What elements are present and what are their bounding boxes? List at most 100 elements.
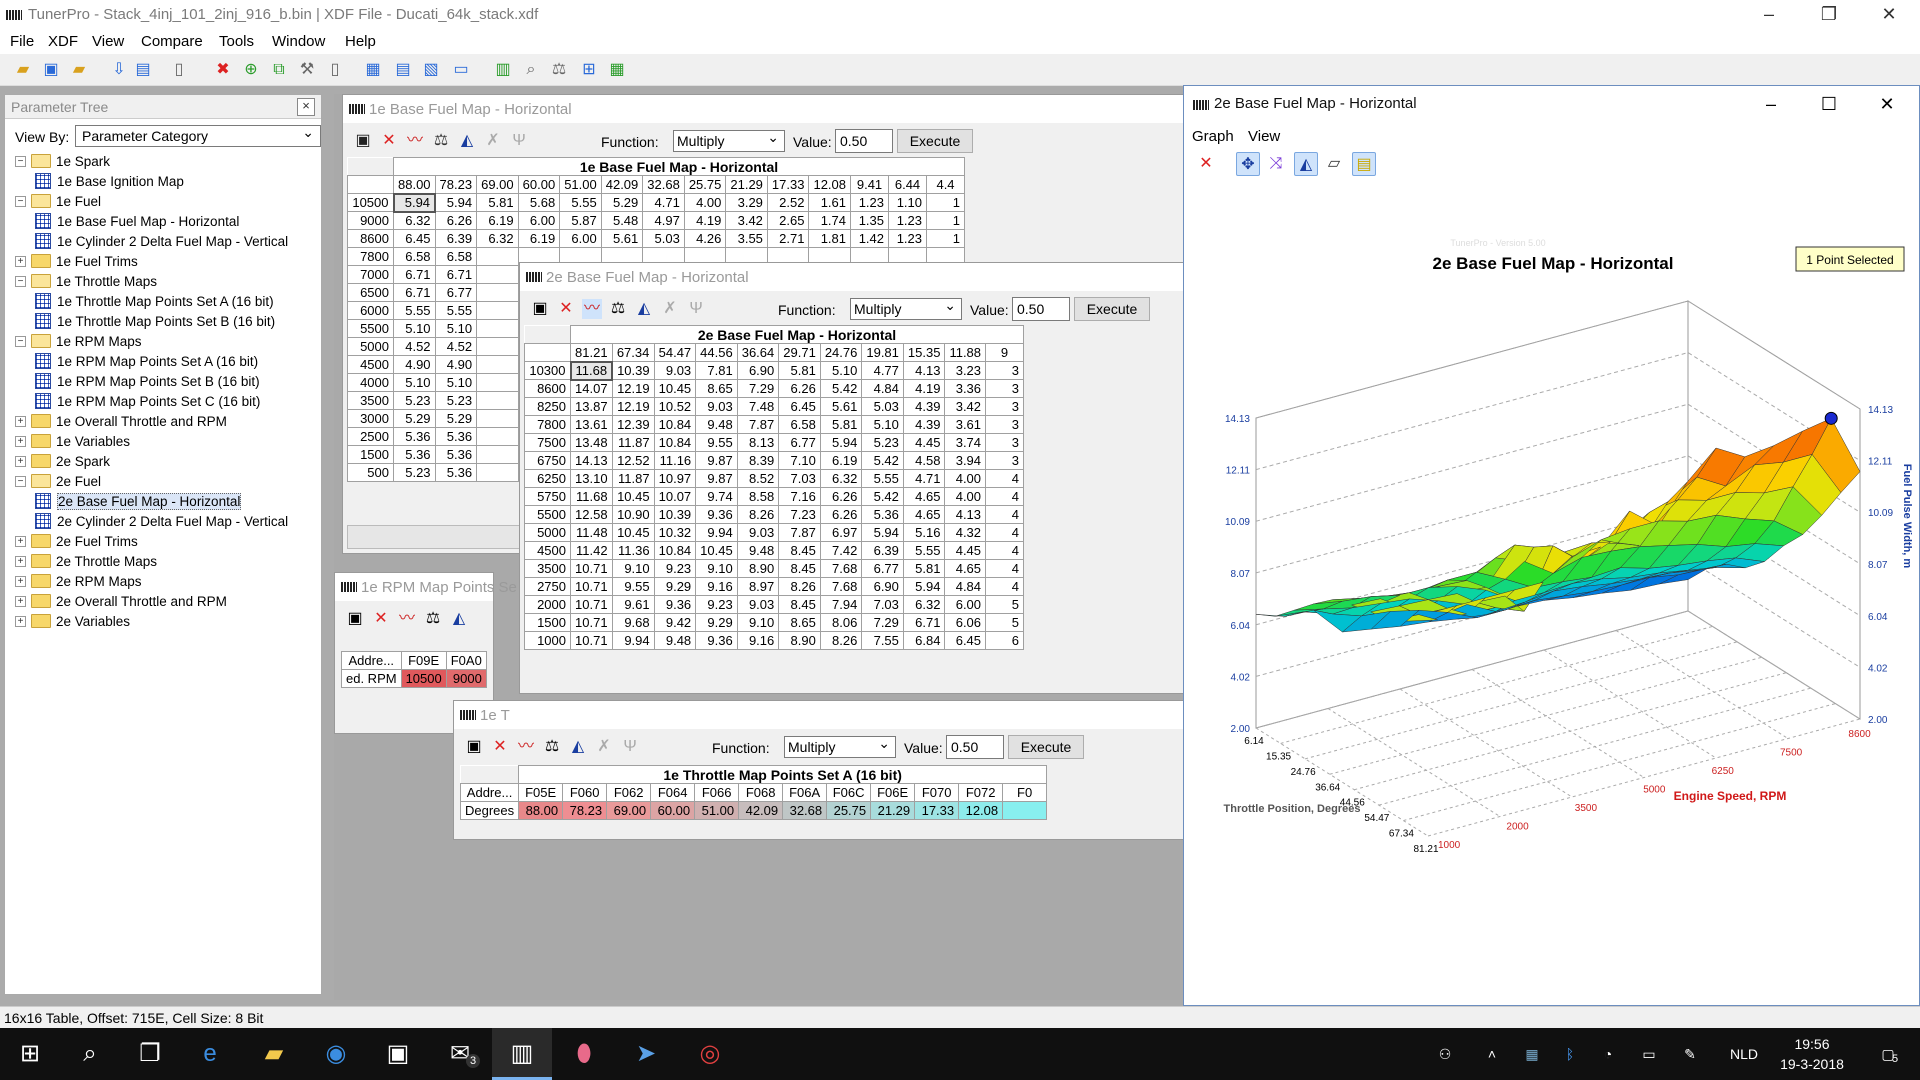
table-cell[interactable]: 8.13 (736, 433, 780, 452)
table-cell[interactable]: 6.77 (778, 433, 821, 452)
row-header[interactable]: 8600 (524, 379, 571, 398)
clock[interactable]: 19:56 19-3-2018 (1772, 1034, 1852, 1074)
table-cell[interactable]: 6.45 (778, 397, 821, 416)
tree-item[interactable]: 1e RPM Map Points Set B (16 bit) (15, 371, 315, 391)
table-cell[interactable]: 9.48 (653, 631, 697, 650)
tree-folder[interactable]: − 2e Fuel (15, 471, 315, 491)
table-cell[interactable]: 10.32 (653, 523, 697, 542)
table-cell[interactable]: 10.39 (653, 505, 697, 524)
table-cell[interactable]: 1 (926, 211, 966, 230)
tree-folder[interactable]: +2e Spark (15, 451, 315, 471)
row-header[interactable]: 6500 (347, 283, 394, 302)
edit-icon[interactable]: ◭ (449, 609, 469, 629)
table-cell[interactable]: 9.29 (653, 577, 697, 596)
cancel-icon[interactable]: ✕ (379, 131, 399, 151)
table-view-icon[interactable]: ▦ (362, 59, 384, 81)
table-cell[interactable]: 42.09 (738, 801, 784, 820)
import-icon[interactable]: ⇩ (108, 59, 130, 81)
wireframe-icon[interactable]: ▱ (1322, 152, 1346, 176)
table-cell[interactable]: 4 (985, 523, 1025, 542)
table-cell[interactable]: 2.65 (766, 211, 810, 230)
table-cell[interactable]: 3 (985, 361, 1025, 380)
tree-folder[interactable]: +2e Overall Throttle and RPM (15, 591, 315, 611)
expand-icon[interactable]: + (15, 435, 26, 447)
table-cell[interactable]: 6.97 (819, 523, 863, 542)
column-header[interactable]: 81.21 (570, 343, 613, 362)
table-cell[interactable]: 5.42 (819, 379, 863, 398)
table-cell[interactable]: 9.42 (653, 613, 697, 632)
table-cell[interactable]: 6.00 (559, 229, 602, 248)
column-header[interactable]: F068 (738, 783, 784, 802)
table-cell[interactable]: 7.10 (778, 451, 821, 470)
table-cell[interactable]: 11.36 (611, 541, 655, 560)
column-header[interactable]: 29.71 (778, 343, 821, 362)
row-header[interactable]: 7500 (524, 433, 571, 452)
row-header[interactable]: 6750 (524, 451, 571, 470)
table-cell[interactable]: 3.36 (944, 379, 987, 398)
row-header[interactable]: 10300 (524, 361, 571, 380)
window-titlebar[interactable]: 1e Base Fuel Map - Horizontal (343, 95, 1201, 123)
search-icon[interactable]: ⌕ (60, 1028, 120, 1080)
table-cell[interactable]: 8.45 (778, 541, 821, 560)
table-cell[interactable]: 1 (926, 193, 966, 212)
table-cell[interactable]: 7.29 (861, 613, 904, 632)
row-header[interactable]: 4500 (524, 541, 571, 560)
row-header[interactable]: 8250 (524, 397, 571, 416)
row-header[interactable]: 3000 (347, 409, 394, 428)
table-cell[interactable]: 3.55 (725, 229, 768, 248)
surface-plot[interactable]: TunerPro - Version 5.00 2e Base Fuel Map … (1188, 186, 1913, 996)
compare-icon[interactable]: ⚖ (542, 737, 562, 757)
table-cell[interactable] (476, 391, 519, 410)
table-cell[interactable]: 6.19 (819, 451, 863, 470)
task-view-icon[interactable]: ❐ (120, 1028, 180, 1080)
rotate-icon[interactable]: ⤨ (1264, 152, 1288, 176)
table-cell[interactable]: 4.52 (434, 337, 478, 356)
expand-icon[interactable]: + (15, 535, 26, 547)
window-titlebar[interactable]: 1e RPM Map Points Se (335, 573, 517, 601)
menu-window[interactable]: Window (272, 33, 325, 50)
column-header[interactable]: F062 (606, 783, 652, 802)
save-icon[interactable]: ▣ (345, 609, 365, 629)
table-cell[interactable]: 4.39 (902, 397, 946, 416)
menu-file[interactable]: File (10, 33, 34, 50)
cancel-icon[interactable]: ✕ (556, 299, 576, 319)
table-cell[interactable]: 6.00 (517, 211, 561, 230)
table-cell[interactable]: 6.71 (393, 283, 436, 302)
table-cell[interactable]: 6.90 (736, 361, 780, 380)
row-header[interactable]: 4000 (347, 373, 394, 392)
table-cell[interactable]: 4 (985, 469, 1025, 488)
column-header[interactable]: 12.08 (808, 175, 852, 194)
table-cell[interactable]: 69.00 (606, 801, 652, 820)
table-cell[interactable]: 12.52 (611, 451, 655, 470)
table-cell[interactable]: 60.00 (650, 801, 696, 820)
column-header[interactable]: 24.76 (819, 343, 863, 362)
table-cell[interactable]: 7.81 (695, 361, 738, 380)
table-cell[interactable]: 8.65 (778, 613, 821, 632)
tree-item[interactable]: 1e Cylinder 2 Delta Fuel Map - Vertical (15, 231, 315, 251)
column-header[interactable]: 67.34 (611, 343, 655, 362)
table-cell[interactable] (476, 409, 519, 428)
collapse-icon[interactable]: − (15, 155, 26, 167)
column-header[interactable]: 51.00 (559, 175, 602, 194)
table-cell[interactable]: 6.32 (476, 229, 519, 248)
table-cell[interactable]: 6.32 (393, 211, 436, 230)
table-cell[interactable]: 9.10 (611, 559, 655, 578)
table-cell[interactable]: 9.36 (695, 505, 738, 524)
table-cell[interactable]: 5.29 (393, 409, 436, 428)
tools-icon[interactable]: ✗ (660, 299, 680, 319)
window-titlebar[interactable]: 2e Base Fuel Map - Horizontal (520, 263, 1248, 291)
wifi-icon[interactable]: ◔ (1594, 1028, 1622, 1080)
table-cell[interactable]: 8.26 (778, 577, 821, 596)
expand-icon[interactable]: + (15, 415, 26, 427)
table-cell[interactable]: 8.45 (778, 559, 821, 578)
table-cell[interactable]: 6.90 (861, 577, 904, 596)
search-icon[interactable]: ⌕ (520, 59, 542, 81)
row-header[interactable]: 1000 (524, 631, 571, 650)
table-cell[interactable]: 1.42 (850, 229, 890, 248)
graph-window[interactable]: 2e Base Fuel Map - Horizontal – ☐ ✕ Grap… (1183, 85, 1920, 1006)
chart-icon[interactable]: ▥ (492, 59, 514, 81)
table-cell[interactable]: 8.26 (819, 631, 863, 650)
minimize-button[interactable]: – (1740, 0, 1798, 30)
table-cell[interactable]: 9.61 (611, 595, 655, 614)
table-cell[interactable]: 9.87 (695, 469, 738, 488)
